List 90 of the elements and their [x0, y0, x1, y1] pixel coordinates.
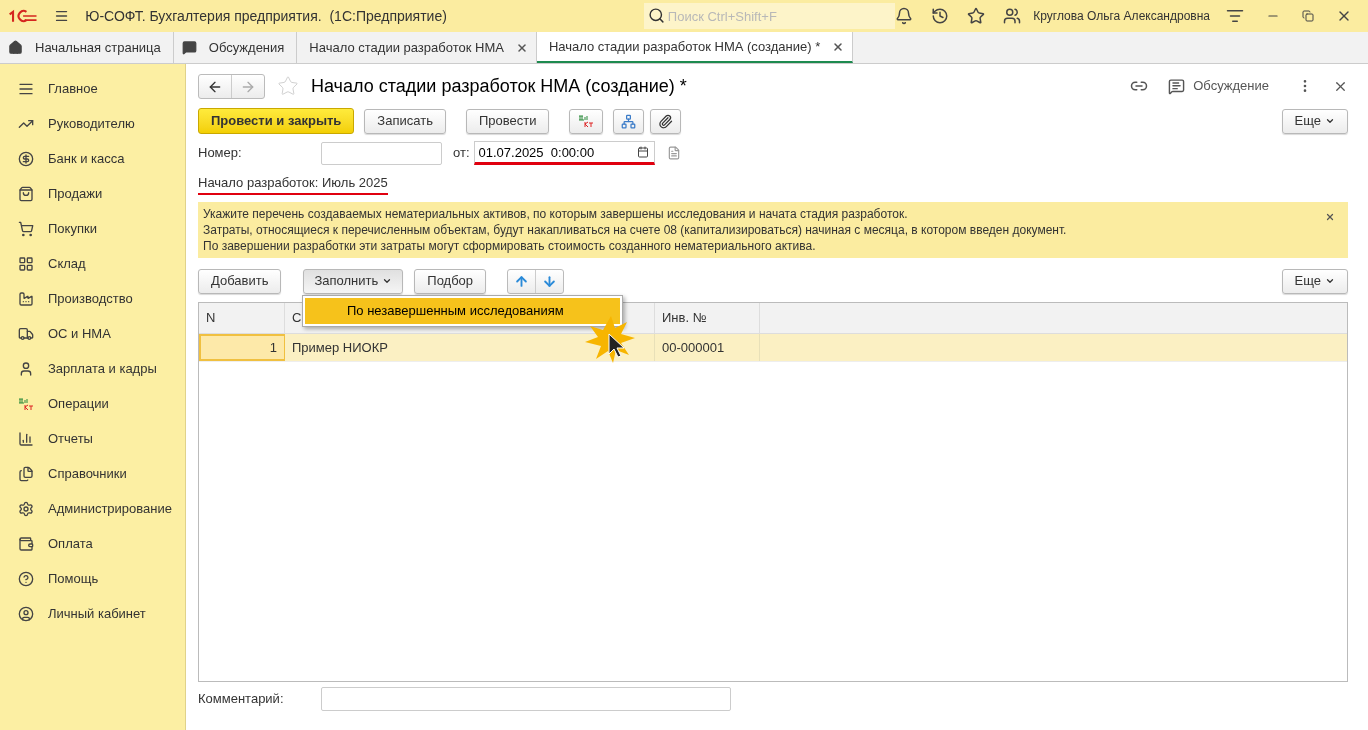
toolbar-button[interactable]: Записать	[364, 108, 446, 134]
column-header[interactable]: N	[199, 303, 285, 333]
sidebar-item[interactable]: Администрирование	[0, 491, 185, 526]
bag-icon	[18, 185, 34, 202]
comment-field[interactable]	[321, 687, 731, 711]
sidebar-item[interactable]: Покупки	[0, 211, 185, 246]
sidebar-item[interactable]: Зарплата и кадры	[0, 351, 185, 386]
move-up-icon[interactable]	[514, 273, 530, 289]
sidebar-item[interactable]: Личный кабинет	[0, 596, 185, 631]
structure-button[interactable]	[613, 108, 645, 134]
caret-icon	[1325, 276, 1335, 286]
sidebar-item[interactable]: Отчеты	[0, 421, 185, 456]
bar-chart-icon	[18, 430, 34, 447]
cart-icon	[18, 220, 34, 237]
sidebar-item[interactable]: Банк и касса	[0, 141, 185, 176]
user-name[interactable]: Круглова Ольга Александровна	[1033, 7, 1210, 25]
close-info-icon[interactable]	[1325, 212, 1335, 222]
sidebar-item[interactable]: Склад	[0, 246, 185, 281]
calendar-icon[interactable]	[636, 146, 649, 158]
paperclip-icon	[658, 113, 674, 129]
sidebar-item[interactable]: ОС и НМА	[0, 316, 185, 351]
sidebar-item[interactable]: Производство	[0, 281, 185, 316]
close-tab-icon[interactable]	[515, 41, 528, 54]
debit-credit-icon	[18, 396, 34, 411]
wallet-icon	[18, 535, 34, 552]
bell-icon[interactable]	[895, 7, 914, 25]
home-icon	[8, 40, 23, 55]
development-period-link[interactable]: Начало разработок: Июль 2025	[198, 173, 388, 195]
grid-icon	[18, 255, 34, 272]
table-cell: 00-000001	[655, 334, 760, 361]
sidebar-item[interactable]: Оплата	[0, 526, 185, 561]
sidebar-item[interactable]: Руководителю	[0, 106, 185, 141]
chat-icon	[181, 40, 197, 55]
post-and-close-button[interactable]: Провести и закрыть	[198, 108, 355, 134]
list-icon[interactable]	[666, 146, 681, 160]
more-button[interactable]: Еще	[1281, 108, 1348, 134]
info-text: Затраты, относящиеся к перечисленным объектам, будут накапливаться на счете 08 (капитализироваться) начиная с месяца, в котором введен документ.	[203, 222, 1068, 238]
attach-button[interactable]	[650, 108, 682, 134]
table-row[interactable]: 1 Пример НИОКР 00-000001	[199, 334, 1347, 362]
move-down-icon[interactable]	[542, 273, 558, 289]
history-icon[interactable]	[931, 7, 950, 25]
add-button[interactable]: Добавить	[198, 268, 282, 294]
discussion-icon[interactable]	[1168, 77, 1186, 95]
debit-credit-icon	[578, 114, 595, 128]
fill-button[interactable]: Заполнить	[303, 268, 404, 294]
caret-icon	[382, 276, 393, 286]
documents-icon	[18, 465, 34, 482]
menu-item[interactable]: По незавершенным исследованиям	[305, 298, 620, 324]
date-field[interactable]: 01.07.2025 0:00:00	[473, 141, 655, 165]
app-title: Ю-СОФТ. Бухгалтерия предприятия. (1С:Предприятие)	[85, 6, 447, 26]
info-text: По завершении разработки эти затраты могут сформировать стоимость созданного нематериального актива.	[203, 238, 817, 254]
search-icon	[647, 7, 665, 24]
column-header[interactable]: Инв. №	[655, 303, 760, 333]
favorite-star-icon[interactable]	[277, 75, 299, 97]
restore-icon[interactable]	[1302, 10, 1314, 22]
table-more-button[interactable]: Еще	[1281, 268, 1348, 294]
search-field[interactable]: Поиск Ctrl+Shift+F	[643, 3, 896, 29]
number-field[interactable]	[321, 141, 442, 165]
number-label: Номер:	[198, 144, 243, 163]
toolbar-button[interactable]: Провести	[465, 108, 550, 134]
pick-button[interactable]: Подбор	[414, 268, 487, 294]
info-text: Укажите перечень создаваемых нематериальных активов, по которым завершены исследования и начата стадия разработок.	[203, 206, 909, 222]
sidebar-item[interactable]: Главное	[0, 71, 185, 106]
discussion-link[interactable]: Обсуждение	[1193, 76, 1269, 96]
form-title: Начало стадии разработок НМА (создание) *	[311, 74, 687, 98]
tab[interactable]: Начальная страница	[0, 32, 174, 63]
factory-icon	[18, 290, 34, 307]
table-cell: 1	[199, 334, 285, 361]
truck-icon	[18, 325, 34, 342]
structure-icon	[621, 113, 637, 129]
settings-icon	[18, 500, 34, 517]
help-icon	[18, 570, 34, 587]
tab[interactable]: Начало стадии разработок НМА	[297, 32, 537, 63]
date-label: от:	[453, 144, 470, 163]
caret-icon	[1325, 116, 1335, 126]
users-icon[interactable]	[1003, 7, 1022, 25]
logo-icon	[8, 7, 39, 25]
sidebar-item[interactable]: Операции	[0, 386, 185, 421]
tab[interactable]: Обсуждения	[173, 32, 298, 63]
sidebar-item[interactable]: Помощь	[0, 561, 185, 596]
sidebar-item[interactable]: Продажи	[0, 176, 185, 211]
person-icon	[18, 360, 34, 377]
comment-label: Комментарий:	[198, 690, 285, 709]
filter-icon[interactable]	[1226, 7, 1244, 25]
tab[interactable]: Начало стадии разработок НМА (создание) *	[536, 32, 854, 63]
close-tab-icon[interactable]	[832, 40, 845, 53]
user-circle-icon	[18, 605, 34, 622]
star-icon[interactable]	[967, 7, 986, 25]
sidebar-item[interactable]: Справочники	[0, 456, 185, 491]
coin-icon	[18, 150, 34, 167]
